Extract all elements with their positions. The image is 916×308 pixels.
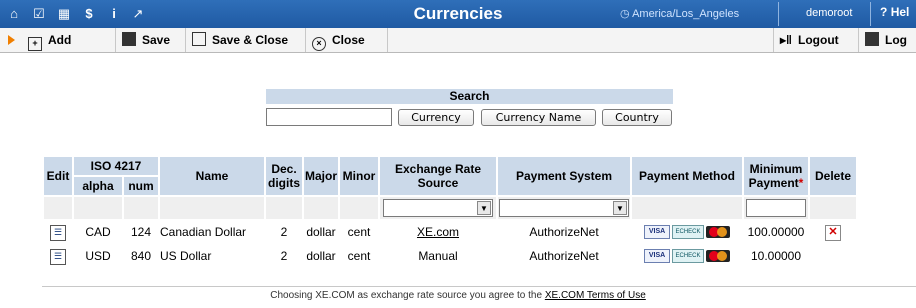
cell-major: dollar (306, 249, 336, 263)
header-iso: ISO 4217 (74, 157, 158, 175)
timezone-label[interactable]: America/Los_Angeles (632, 8, 739, 20)
logout-icon: ▸‖ (780, 33, 792, 47)
cell-name: Canadian Dollar (160, 225, 247, 239)
plus-icon: + (28, 37, 42, 51)
minimum-payment-input[interactable] (746, 199, 806, 217)
save-close-label: Save & Close (212, 33, 289, 47)
header-num: num (124, 177, 158, 195)
cell-dec: 2 (280, 225, 288, 239)
cell-minor: cent (347, 249, 371, 263)
save-icon (122, 32, 136, 46)
minimum-payment-label: Minimum Payment (748, 162, 803, 190)
filter-row: ▼ ▼ (44, 197, 856, 219)
header-edit: Edit (44, 157, 72, 195)
edit-icon[interactable]: ☰ (50, 248, 66, 265)
cell-num: 840 (130, 249, 152, 263)
echeck-icon: ECHECK (672, 249, 704, 264)
username[interactable]: demoroot (806, 7, 852, 19)
edit-icon[interactable]: ☰ (50, 224, 66, 241)
help-icon: ? (880, 5, 888, 19)
header-name: Name (160, 157, 264, 195)
divider (42, 286, 916, 287)
timezone-link[interactable]: ◷ America/Los_Angeles (620, 7, 739, 20)
header-payment-method: Payment Method (632, 157, 742, 195)
payment-system-select[interactable]: ▼ (499, 199, 629, 217)
toolbar: + Add Save Save & Close × Close ▸‖ Logout L… (0, 28, 916, 53)
cell-minimum: 10.00000 (750, 249, 802, 263)
divider (778, 2, 779, 26)
search-country-button[interactable]: Country (602, 109, 672, 126)
header-payment-system: Payment System (498, 157, 630, 195)
header-major: Major (304, 157, 338, 195)
save-close-button[interactable]: Save & Close (186, 28, 306, 52)
cell-num: 124 (130, 225, 152, 239)
expand-arrow-icon[interactable] (8, 35, 15, 45)
mastercard-icon (706, 250, 730, 263)
search-input[interactable] (266, 108, 392, 126)
log-button[interactable]: Log (859, 28, 916, 52)
logout-button[interactable]: ▸‖ Logout (773, 28, 859, 52)
close-button[interactable]: × Close (306, 28, 388, 52)
cell-major: dollar (306, 225, 336, 239)
divider (870, 2, 871, 26)
header-alpha: alpha (74, 177, 122, 195)
cell-minimum: 100.00000 (747, 225, 805, 239)
save-button[interactable]: Save (116, 28, 186, 52)
exchange-source-link[interactable]: XE.com (417, 225, 459, 239)
log-label: Log (885, 33, 907, 47)
header-minimum-payment: Minimum Payment* (744, 157, 808, 195)
help-label: Hel (890, 5, 910, 19)
required-mark: * (798, 176, 804, 190)
visa-icon: VISA (644, 249, 670, 264)
help-link[interactable]: ? Hel (880, 5, 909, 19)
close-icon: × (312, 37, 326, 51)
add-button[interactable]: + Add (22, 28, 116, 52)
header-dec-digits: Dec. digits (266, 157, 302, 195)
save-close-icon (192, 32, 206, 46)
cell-dec: 2 (280, 249, 288, 263)
visa-icon: VISA (644, 225, 670, 240)
title-bar: ⌂ ☑ ▦ $ i ↗ Currencies ◷ America/Los_Ang… (0, 0, 916, 28)
log-icon (865, 32, 879, 46)
table-row: ☰ USD 840 US Dollar 2 dollar cent Manual… (44, 245, 856, 267)
cell-payment-method: VISA ECHECK (632, 221, 742, 243)
mastercard-icon (706, 226, 730, 239)
close-label: Close (332, 33, 365, 47)
save-label: Save (142, 33, 171, 47)
cell-alpha: CAD (85, 225, 111, 239)
header-delete: Delete (810, 157, 856, 195)
cell-payment-method: VISA ECHECK (632, 245, 742, 267)
logout-label: Logout (798, 33, 839, 47)
echeck-icon: ECHECK (672, 225, 704, 240)
cell-alpha: USD (85, 249, 111, 263)
cell-payment-system: AuthorizeNet (529, 249, 599, 263)
cell-minor: cent (347, 225, 371, 239)
search-currency-name-button[interactable]: Currency Name (481, 109, 596, 126)
table-row: ☰ CAD 124 Canadian Dollar 2 dollar cent … (44, 221, 856, 243)
cell-payment-system: AuthorizeNet (529, 225, 599, 239)
currencies-table: Edit ISO 4217 Name Dec. digits Major Min… (42, 155, 858, 269)
cell-name: US Dollar (160, 249, 212, 263)
search-currency-button[interactable]: Currency (398, 109, 474, 126)
exchange-rate-source-select[interactable]: ▼ (383, 199, 493, 217)
header-exchange-rate-source: Exchange Rate Source (380, 157, 496, 195)
header-minor: Minor (340, 157, 378, 195)
delete-icon[interactable]: ✕ (825, 224, 841, 241)
add-label: Add (48, 33, 72, 47)
cell-exchange-source: Manual (418, 249, 458, 263)
terms-link[interactable]: XE.COM Terms of Use (545, 290, 646, 301)
footer-note: Choosing XE.COM as exchange rate source … (0, 290, 916, 301)
footer-text: Choosing XE.COM as exchange rate source … (270, 290, 543, 301)
chevron-down-icon[interactable]: ▼ (613, 201, 627, 215)
chevron-down-icon[interactable]: ▼ (477, 201, 491, 215)
search-heading: Search (266, 89, 673, 104)
